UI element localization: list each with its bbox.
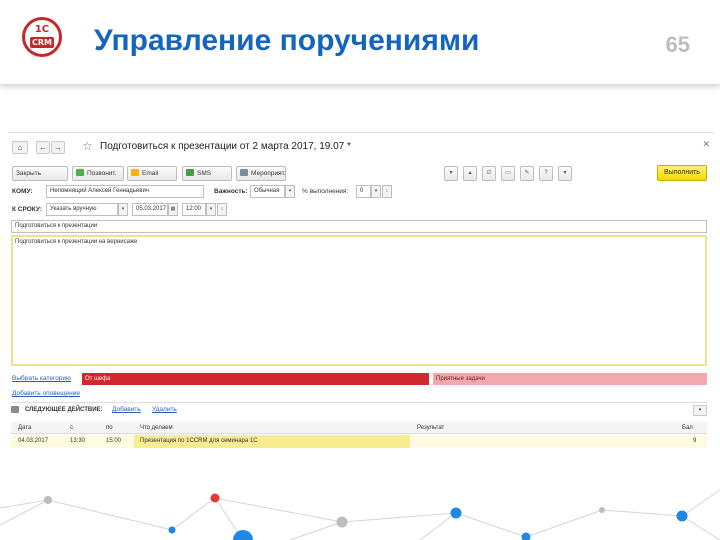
- logo-top-text: 1C: [34, 24, 50, 35]
- row-date: 04.03.2017: [18, 438, 49, 444]
- folder-icon[interactable]: ▭: [501, 166, 515, 181]
- sms-button-label: SMS: [197, 170, 212, 177]
- add-action-link[interactable]: Добавить: [112, 406, 141, 413]
- deadline-mode-select[interactable]: Указать вручную: [46, 203, 118, 216]
- network-node: [210, 493, 220, 503]
- home-icon[interactable]: ⌂: [12, 141, 28, 154]
- importance-dropdown-icon[interactable]: ▾: [285, 185, 295, 198]
- col-result: Результат: [417, 425, 445, 431]
- time-dropdown-icon[interactable]: ▾: [206, 203, 216, 216]
- close-button-label: Закрыть: [16, 170, 42, 177]
- event-button[interactable]: Мероприят.: [236, 166, 286, 181]
- col-score: Бал: [682, 425, 693, 431]
- sms-icon: [186, 169, 194, 176]
- row-score: 9: [693, 438, 697, 444]
- execute-button[interactable]: Выполнить: [657, 165, 707, 181]
- category-pleasant-tasks[interactable]: Приятные задачи: [433, 373, 707, 385]
- network-node: [168, 526, 176, 534]
- choose-category-link[interactable]: Выбрать категорию: [12, 375, 71, 382]
- time-stepper-icon[interactable]: ↕: [217, 203, 227, 216]
- delete-action-link[interactable]: Удалить: [152, 406, 177, 413]
- document-title: Подготовиться к презентации от 2 марта 2…: [100, 141, 351, 152]
- deadline-mode-dropdown-icon[interactable]: ▾: [118, 203, 128, 216]
- importance-label: Важность:: [214, 188, 248, 195]
- description-editor[interactable]: Подготовиться к презентации на вернисаже: [11, 235, 707, 366]
- email-button[interactable]: Email: [127, 166, 177, 181]
- close-icon[interactable]: ✕: [702, 139, 710, 150]
- percent-label: % выполнения:: [302, 188, 349, 195]
- forward-icon[interactable]: →: [51, 141, 65, 154]
- row-from: 13:30: [70, 438, 86, 444]
- calendar-icon: [240, 169, 248, 176]
- collapse-icon[interactable]: [11, 406, 19, 413]
- network-node: [521, 532, 531, 540]
- row-what: Презентация по 1CCRM для семинара 1С: [140, 438, 258, 444]
- phone-icon: [76, 169, 84, 176]
- network-decoration: [0, 489, 720, 540]
- next-action-panel: СЛЕДУЮЩЕЕ ДЕЙСТВИЕ: Добавить Удалить ▾: [11, 402, 707, 418]
- event-button-label: Мероприят.: [251, 170, 286, 177]
- network-node: [233, 530, 253, 540]
- calendar-picker-icon[interactable]: ▦: [168, 203, 178, 216]
- tree-icon[interactable]: ▴: [463, 166, 477, 181]
- back-icon[interactable]: ←: [36, 141, 50, 154]
- deadline-time-field[interactable]: 12:00: [182, 203, 206, 216]
- slide-number: 65: [665, 32, 690, 57]
- network-node: [450, 507, 462, 519]
- help-icon[interactable]: ?: [539, 166, 553, 181]
- network-node: [676, 510, 688, 522]
- percent-field[interactable]: 0: [356, 185, 371, 198]
- col-to: по: [106, 425, 113, 431]
- slide-title: Управление поручениями: [94, 24, 480, 57]
- email-button-label: Email: [142, 170, 159, 177]
- row-to: 15:00: [106, 438, 122, 444]
- more-icon[interactable]: ▾: [558, 166, 572, 181]
- table-row[interactable]: 04.03.2017 13:30 15:00 Презентация по 1C…: [11, 435, 707, 448]
- slide-header: 1C CRM Управление поручениями 65: [0, 0, 720, 84]
- sms-button[interactable]: SMS: [182, 166, 232, 181]
- actions-table-header: Дата с по Что делаем Результат Бал: [11, 422, 707, 434]
- percent-dropdown-icon[interactable]: ▾: [371, 185, 381, 198]
- description-text: Подготовиться к презентации на вернисаже: [15, 239, 138, 245]
- dropdown-icon[interactable]: ▾: [444, 166, 458, 181]
- col-from: с: [70, 425, 73, 431]
- crm-logo: 1C CRM: [22, 17, 62, 57]
- edit-icon[interactable]: ✎: [520, 166, 534, 181]
- add-alert-link[interactable]: Добавить оповещение: [12, 390, 80, 397]
- subject-field[interactable]: Подготовиться к презентации: [11, 220, 707, 233]
- importance-select[interactable]: Обычная: [250, 185, 285, 198]
- favorite-star-icon[interactable]: ☆: [82, 139, 93, 153]
- to-field[interactable]: Непомнящий Алексей Геннадьевич: [46, 185, 204, 198]
- category-from-boss[interactable]: От шефа: [82, 373, 429, 385]
- call-button[interactable]: Позвонит.: [72, 166, 124, 181]
- call-button-label: Позвонит.: [87, 170, 117, 177]
- table-menu-icon[interactable]: ▾: [693, 405, 707, 416]
- deadline-label: К СРОКУ:: [12, 206, 42, 213]
- attach-icon[interactable]: ∅: [482, 166, 496, 181]
- col-date: Дата: [18, 425, 32, 431]
- percent-stepper-icon[interactable]: ↕: [382, 185, 392, 198]
- envelope-icon: [131, 169, 139, 176]
- next-action-label: СЛЕДУЮЩЕЕ ДЕЙСТВИЕ:: [25, 407, 103, 413]
- deadline-date-field[interactable]: 05.03.2017: [132, 203, 168, 216]
- task-window: ⌂ ← → ☆ Подготовиться к презентации от 2…: [8, 132, 714, 470]
- network-node: [44, 496, 52, 504]
- close-button[interactable]: Закрыть: [12, 166, 68, 181]
- to-label: КОМУ:: [12, 188, 33, 195]
- logo-bottom-text: CRM: [30, 37, 54, 48]
- network-node: [336, 516, 348, 528]
- network-node: [599, 507, 605, 513]
- col-what: Что делаем: [140, 425, 173, 431]
